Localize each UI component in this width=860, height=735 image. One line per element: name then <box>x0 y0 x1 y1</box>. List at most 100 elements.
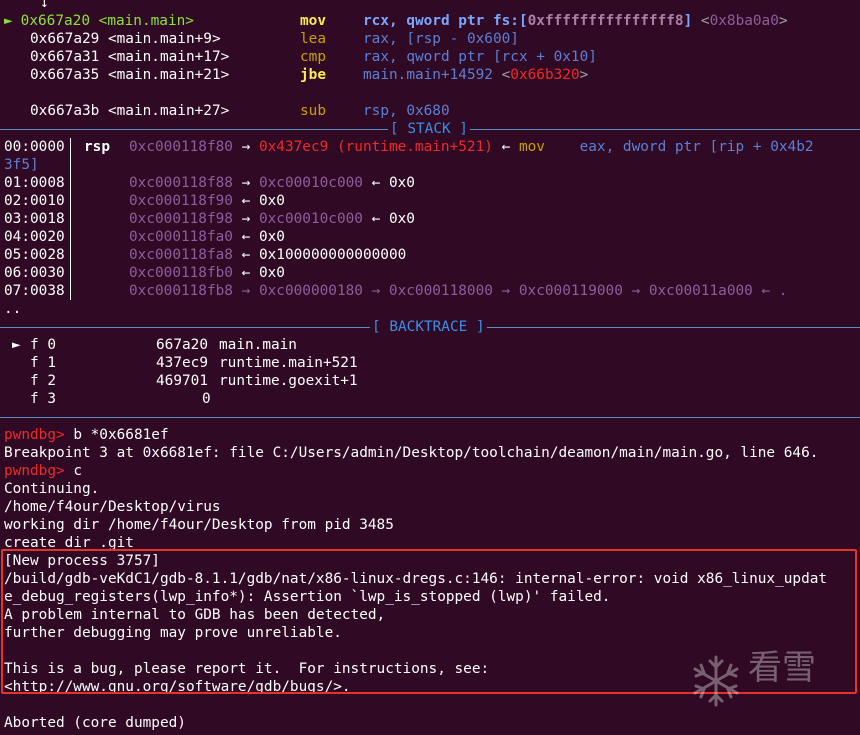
disasm-args: rsp, 0x680 <box>363 103 450 119</box>
separator-rule <box>0 417 860 418</box>
stack-address: 0xc000118f90 <box>129 193 233 209</box>
stack-address: 0xc000118fa8 <box>129 247 233 263</box>
disasm-addr: 0x667a29 <box>30 31 100 47</box>
command-line[interactable]: pwndbg> c <box>4 462 82 480</box>
stack-address: 0xc000118fb8 <box>129 283 233 299</box>
stack-row: 00:0000 rsp 0xc000118f80 → 0x437ec9 (runti… <box>4 138 814 156</box>
disasm-args-close: ] <box>683 13 693 29</box>
disasm-opcode: lea <box>300 31 326 47</box>
stack-address: 0xc000118fa0 <box>129 229 233 245</box>
disasm-line: ► 0x667a20 <main.main> mov rcx, qword ptr f… <box>4 12 788 30</box>
frame-address: 437ec9 <box>156 355 208 371</box>
stack-value: 0x0 <box>258 193 285 209</box>
disasm-opcode: mov <box>300 13 326 29</box>
stack-address: 0xc000118fb0 <box>129 265 233 281</box>
disasm-symbol: <main.main+27> <box>107 103 230 119</box>
frame-number: f 3 <box>30 391 56 407</box>
stack-arrow: ← <box>241 193 251 209</box>
disasm-symbol: <main.main+17> <box>107 49 230 65</box>
stack-row: 04:0020 0xc000118fa0 ← 0x0 <box>4 228 285 246</box>
stack-arrow: ← <box>241 229 251 245</box>
disasm-symbol: <main.main+9> <box>107 31 221 47</box>
stack-separator: [ STACK ] <box>0 120 860 138</box>
disasm-line: 0x667a35 <main.main+21> jbe main.main+1459… <box>4 66 588 84</box>
prompt: pwndbg> <box>4 463 65 479</box>
disasm-ref-close: > <box>579 67 589 83</box>
prompt: pwndbg> <box>4 427 65 443</box>
current-instruction-marker: ► <box>4 13 13 29</box>
disasm-opcode: sub <box>300 103 326 119</box>
stack-arrow: ← <box>501 139 511 155</box>
stack-row-wrap: .. <box>4 301 22 317</box>
stack-arrow: ← <box>371 175 381 191</box>
disasm-ref-close: > <box>778 13 788 29</box>
stack-value: 0xc00010c000 <box>258 175 363 191</box>
stack-address: 0xc000118f88 <box>129 175 233 191</box>
disasm-ref-open: < <box>492 67 511 83</box>
output-line: Continuing. <box>4 481 100 497</box>
disasm-args: main.main+14592 <box>363 67 493 83</box>
frame-symbol: runtime.main+521 <box>219 355 358 371</box>
backtrace-separator: [ BACKTRACE ] <box>0 318 860 336</box>
stack-value: 0x0 <box>258 265 285 281</box>
stack-arrow: → <box>241 175 251 191</box>
output-line: working dir /home/f4our/Desktop from pid… <box>4 517 394 533</box>
disasm-addr: 0x667a3b <box>30 103 100 119</box>
disasm-args-highlight: 0xfffffffffffffff8 <box>527 13 684 29</box>
disasm-opcode: cmp <box>300 49 326 65</box>
stack-offset: 07:0038 <box>4 283 65 299</box>
disasm-opcode: jbe <box>300 67 326 83</box>
disasm-line: 0x667a3b <main.main+27> sub rsp, 0x680 <box>4 102 450 120</box>
snowflake-icon <box>693 655 739 707</box>
disasm-ref: 0x8ba0a0 <box>709 13 779 29</box>
stack-offset: 01:0008 <box>4 175 65 191</box>
output-line: /home/f4our/Desktop/virus <box>4 499 221 515</box>
disasm-args: rax, qword ptr [rcx + 0x10] <box>363 49 597 65</box>
stack-arrow: ← <box>371 211 381 227</box>
stack-row-wrap: 3f5] <box>4 157 39 173</box>
stack-opcode: mov <box>518 139 545 155</box>
terminal-window[interactable]: ↓ ► 0x667a20 < main.main > mov rcx, qword ptr… <box>0 0 860 735</box>
disasm-symbol: <main.main+21> <box>107 67 230 83</box>
stack-header: [ STACK ] <box>388 120 470 138</box>
current-frame-marker: ► <box>12 337 21 353</box>
stack-arrow: → <box>241 139 251 155</box>
command-line[interactable]: pwndbg> b *0x6681ef <box>4 426 169 444</box>
frame-number: f 1 <box>30 355 56 371</box>
stack-arrow: → <box>241 211 251 227</box>
stack-row: 07:0038 0xc000118fb8 → 0xc000000180 → 0xc… <box>4 282 787 300</box>
frame-symbol: main.main <box>219 337 297 353</box>
stack-offset: 00:0000 <box>4 139 65 155</box>
frame-address: 667a20 <box>156 337 208 353</box>
stack-offset: 02:0010 <box>4 193 65 209</box>
stack-value: 0x0 <box>388 211 415 227</box>
stack-offset: 03:0018 <box>4 211 65 227</box>
frame-number: f 2 <box>30 373 56 389</box>
backtrace-end-rule <box>0 408 860 426</box>
stack-pointer-chain: → 0xc000000180 → 0xc000118000 → 0xc00011… <box>241 283 788 299</box>
stack-offset-divider <box>70 138 71 300</box>
stack-register: rsp <box>84 139 110 155</box>
disasm-addr: 0x667a20 <box>20 13 90 29</box>
stack-offset: 06:0030 <box>4 265 65 281</box>
command-text: b *0x6681ef <box>64 427 169 443</box>
disasm-line: 0x667a31 <main.main+17> cmp rax, qword ptr… <box>4 48 597 66</box>
stack-instruction: eax, dword ptr [rip + 0x4b2 <box>579 139 814 155</box>
stack-value: 0x437ec9 (runtime.main+521) <box>258 139 493 155</box>
disasm-args: rcx, qword ptr fs:[ <box>363 13 528 29</box>
frame-number: f 0 <box>30 337 56 353</box>
stack-row: 06:0030 0xc000118fb0 ← 0x0 <box>4 264 285 282</box>
stack-arrow: ← <box>241 265 251 281</box>
backtrace-header: [ BACKTRACE ] <box>370 318 487 336</box>
stack-offset: 05:0028 <box>4 247 65 263</box>
disasm-addr: 0x667a31 <box>30 49 100 65</box>
final-status-line: Aborted (core dumped) <box>4 715 186 731</box>
context-arrow: ↓ <box>40 0 49 11</box>
disasm-args: rax, [rsp - 0x600] <box>363 31 519 47</box>
stack-value: 0xc00010c000 <box>258 211 363 227</box>
stack-offset: 04:0020 <box>4 229 65 245</box>
stack-row: 01:0008 0xc000118f88 → 0xc00010c000 ← 0x0 <box>4 174 415 192</box>
frame-symbol: runtime.goexit+1 <box>219 373 358 389</box>
frame-address: 469701 <box>156 373 208 389</box>
disasm-ref: 0x66b320 <box>510 67 580 83</box>
